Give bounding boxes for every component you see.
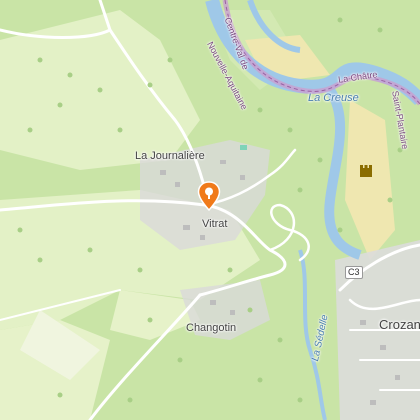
river-label-creuse: La Creuse — [308, 92, 359, 104]
place-label-la-journaliere: La Journalière — [135, 150, 205, 162]
location-pin-icon — [197, 181, 221, 212]
castle-ruin-icon — [360, 165, 372, 177]
map-canvas[interactable]: La Journalière Vitrat Changotin Crozan C… — [0, 0, 420, 420]
road-badge-c3: C3 — [345, 266, 363, 279]
place-label-vitrat: Vitrat — [202, 218, 228, 230]
location-pin-marker[interactable] — [197, 181, 221, 216]
place-label-crozant: Crozan — [379, 317, 420, 332]
place-label-changotin: Changotin — [186, 322, 237, 334]
